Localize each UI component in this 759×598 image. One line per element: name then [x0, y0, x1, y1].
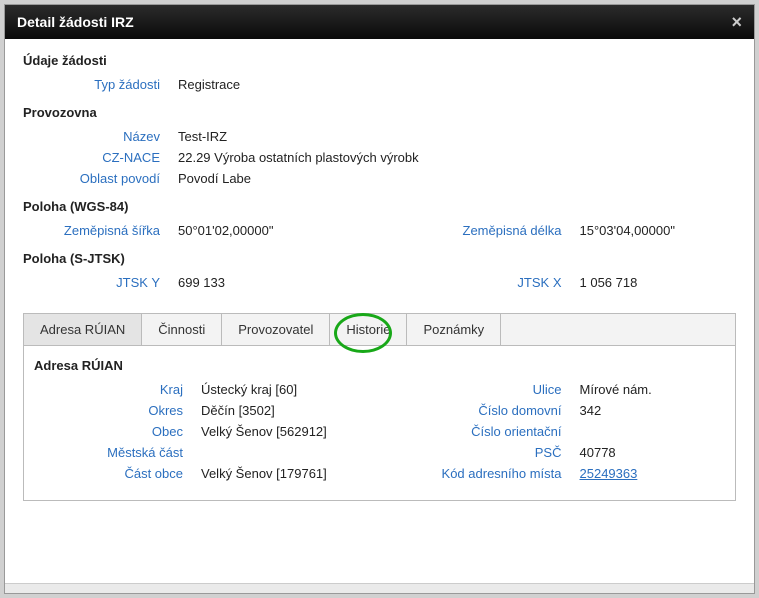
label-cznace: CZ-NACE	[23, 150, 178, 165]
value-povodi: Povodí Labe	[178, 171, 736, 186]
tab-historie[interactable]: Historie	[330, 314, 407, 345]
value-cznace: 22.29 Výroba ostatních plastových výrobk	[178, 150, 736, 165]
value-lat: 50°01'02,00000"	[178, 223, 380, 238]
address-title: Adresa RÚIAN	[26, 358, 733, 373]
tab-cinnosti[interactable]: Činnosti	[142, 314, 222, 345]
row-cislo-orientacni: Číslo orientační	[380, 421, 734, 442]
section-title-wgs84: Poloha (WGS-84)	[23, 199, 736, 214]
row-obec: Obec Velký Šenov [562912]	[26, 421, 380, 442]
label-jtsky: JTSK Y	[23, 275, 178, 290]
value-typ-zadosti: Registrace	[178, 77, 736, 92]
label-cislo-orientacni: Číslo orientační	[380, 424, 580, 439]
row-ulice: Ulice Mírové nám.	[380, 379, 734, 400]
address-left-col: Kraj Ústecký kraj [60] Okres Děčín [3502…	[26, 379, 380, 484]
label-mestska-cast: Městská část	[26, 445, 201, 460]
label-kraj: Kraj	[26, 382, 201, 397]
value-obec: Velký Šenov [562912]	[201, 424, 380, 439]
section-title-request: Údaje žádosti	[23, 53, 736, 68]
row-kraj: Kraj Ústecký kraj [60]	[26, 379, 380, 400]
row-mestska-cast: Městská část	[26, 442, 380, 463]
row-nazev: Název Test-IRZ	[23, 126, 736, 147]
value-cast-obce: Velký Šenov [179761]	[201, 466, 380, 481]
row-cislo-domovni: Číslo domovní 342	[380, 400, 734, 421]
section-title-sjtsk: Poloha (S-JTSK)	[23, 251, 736, 266]
modal-title: Detail žádosti IRZ	[17, 14, 134, 30]
value-jtsky: 699 133	[178, 275, 380, 290]
tab-poznamky[interactable]: Poznámky	[407, 314, 501, 345]
label-okres: Okres	[26, 403, 201, 418]
row-cast-obce: Část obce Velký Šenov [179761]	[26, 463, 380, 484]
sjtsk-row: JTSK Y 699 133 JTSK X 1 056 718	[23, 272, 736, 293]
tab-adresa-ruian[interactable]: Adresa RÚIAN	[24, 314, 142, 345]
row-jtskx: JTSK X 1 056 718	[380, 272, 737, 293]
row-lon: Zeměpisná délka 15°03'04,00000"	[380, 220, 737, 241]
row-psc: PSČ 40778	[380, 442, 734, 463]
section-title-plant: Provozovna	[23, 105, 736, 120]
value-cislo-domovni: 342	[580, 403, 734, 418]
label-cislo-domovni: Číslo domovní	[380, 403, 580, 418]
row-cznace: CZ-NACE 22.29 Výroba ostatních plastovýc…	[23, 147, 736, 168]
label-kod-adresniho-mista: Kód adresního místa	[380, 466, 580, 481]
value-kod-adresniho-mista: 25249363	[580, 466, 734, 481]
label-typ-zadosti: Typ žádosti	[23, 77, 178, 92]
wgs84-row: Zeměpisná šířka 50°01'02,00000" Zeměpisn…	[23, 220, 736, 241]
tab-body-adresa: Adresa RÚIAN Kraj Ústecký kraj [60] Okre…	[24, 346, 735, 500]
row-lat: Zeměpisná šířka 50°01'02,00000"	[23, 220, 380, 241]
row-jtsky: JTSK Y 699 133	[23, 272, 380, 293]
row-povodi: Oblast povodí Povodí Labe	[23, 168, 736, 189]
tab-strip: Adresa RÚIAN Činnosti Provozovatel Histo…	[24, 314, 735, 346]
label-obec: Obec	[26, 424, 201, 439]
value-kraj: Ústecký kraj [60]	[201, 382, 380, 397]
value-ulice: Mírové nám.	[580, 382, 734, 397]
label-lat: Zeměpisná šířka	[23, 223, 178, 238]
close-icon[interactable]: ×	[731, 13, 742, 31]
label-nazev: Název	[23, 129, 178, 144]
tab-container: Adresa RÚIAN Činnosti Provozovatel Histo…	[23, 313, 736, 501]
label-jtskx: JTSK X	[380, 275, 580, 290]
value-jtskx: 1 056 718	[580, 275, 737, 290]
horizontal-scrollbar[interactable]	[5, 583, 754, 593]
label-ulice: Ulice	[380, 382, 580, 397]
address-grid: Kraj Ústecký kraj [60] Okres Děčín [3502…	[26, 379, 733, 484]
modal-detail-zadosti: Detail žádosti IRZ × Údaje žádosti Typ ž…	[4, 4, 755, 594]
row-typ-zadosti: Typ žádosti Registrace	[23, 74, 736, 95]
label-cast-obce: Část obce	[26, 466, 201, 481]
value-psc: 40778	[580, 445, 734, 460]
modal-body: Údaje žádosti Typ žádosti Registrace Pro…	[5, 39, 754, 583]
label-povodi: Oblast povodí	[23, 171, 178, 186]
row-okres: Okres Děčín [3502]	[26, 400, 380, 421]
value-nazev: Test-IRZ	[178, 129, 736, 144]
label-lon: Zeměpisná délka	[380, 223, 580, 238]
value-lon: 15°03'04,00000"	[580, 223, 737, 238]
value-okres: Děčín [3502]	[201, 403, 380, 418]
row-kod-adresniho-mista: Kód adresního místa 25249363	[380, 463, 734, 484]
label-psc: PSČ	[380, 445, 580, 460]
link-kod-adresniho-mista[interactable]: 25249363	[580, 466, 638, 481]
modal-header: Detail žádosti IRZ ×	[5, 5, 754, 39]
tab-provozovatel[interactable]: Provozovatel	[222, 314, 330, 345]
address-right-col: Ulice Mírové nám. Číslo domovní 342 Čísl…	[380, 379, 734, 484]
